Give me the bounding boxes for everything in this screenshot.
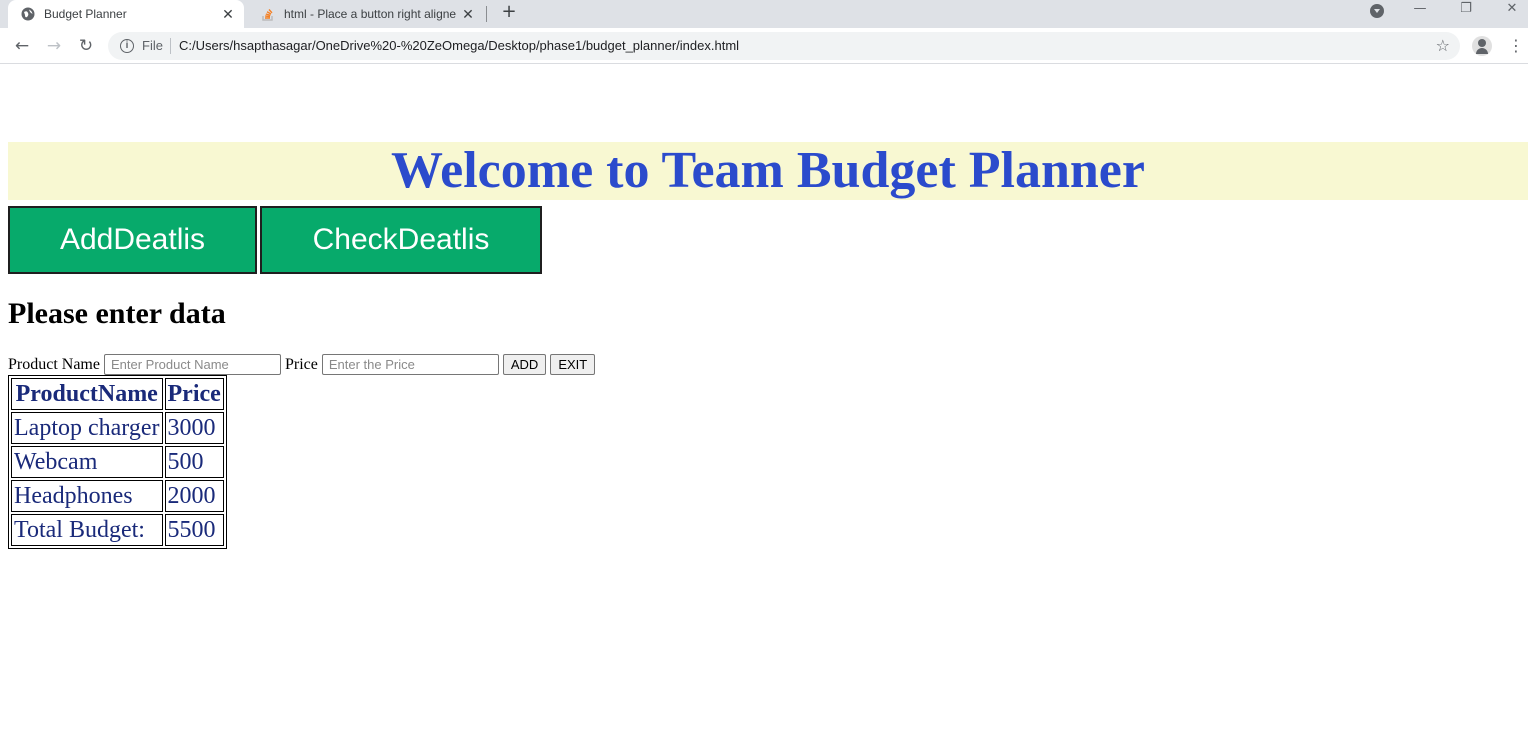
total-label: Total Budget: xyxy=(11,514,163,546)
url-text[interactable]: C:/Users/hsapthasagar/OneDrive%20-%20ZeO… xyxy=(179,38,739,53)
tab-search-icon[interactable] xyxy=(1370,4,1384,18)
exit-button[interactable]: EXIT xyxy=(550,354,596,375)
tab-strip: Budget Planner ✕ html - Place a button r… xyxy=(0,0,1528,28)
price-input[interactable] xyxy=(321,354,499,375)
forward-arrow-icon[interactable]: → xyxy=(44,36,64,56)
stackoverflow-icon xyxy=(260,6,276,22)
tab-title: html - Place a button right aligne xyxy=(284,7,457,21)
price-label: Price xyxy=(284,355,318,373)
scheme-label: File xyxy=(142,38,163,53)
minimize-icon[interactable]: — xyxy=(1400,0,1440,22)
reload-icon[interactable]: ↻ xyxy=(76,36,96,56)
browser-toolbar: ← → ↻ i File C:/Users/hsapthasagar/OneDr… xyxy=(0,28,1528,64)
address-bar[interactable]: i File C:/Users/hsapthasagar/OneDrive%20… xyxy=(108,32,1460,60)
product-cell: Laptop charger xyxy=(11,412,163,444)
profile-avatar-icon[interactable] xyxy=(1472,36,1492,56)
price-cell: 500 xyxy=(164,446,224,478)
bookmark-star-icon[interactable]: ☆ xyxy=(1436,36,1450,55)
menu-kebab-icon[interactable]: ⋮ xyxy=(1508,36,1524,56)
table-row: Webcam 500 xyxy=(11,446,224,478)
page-content: Welcome to Team Budget Planner AddDeatli… xyxy=(0,65,1528,730)
column-header-price: Price xyxy=(164,378,224,410)
close-window-icon[interactable]: ✕ xyxy=(1492,0,1528,22)
price-cell: 3000 xyxy=(164,412,224,444)
tab-title: Budget Planner xyxy=(44,7,127,21)
table-row: Headphones 2000 xyxy=(11,480,224,512)
product-cell: Webcam xyxy=(11,446,163,478)
product-name-label: Product Name xyxy=(8,355,100,373)
info-icon[interactable]: i xyxy=(120,39,134,53)
budget-table: ProductName Price Laptop charger 3000 We… xyxy=(8,375,227,549)
entry-form: Product Name Price ADD EXIT xyxy=(8,354,599,375)
omnibox-divider xyxy=(170,38,171,54)
table-row: Laptop charger 3000 xyxy=(11,412,224,444)
restore-icon[interactable]: ❐ xyxy=(1446,0,1486,22)
close-tab-icon[interactable]: ✕ xyxy=(460,6,476,22)
add-details-button[interactable]: AddDeatlis xyxy=(8,206,257,274)
table-header-row: ProductName Price xyxy=(11,378,224,410)
total-row: Total Budget: 5500 xyxy=(11,514,224,546)
column-header-product: ProductName xyxy=(11,378,163,410)
tab-stackoverflow[interactable]: html - Place a button right aligne ✕ xyxy=(248,0,484,28)
page-title: Welcome to Team Budget Planner xyxy=(8,141,1528,200)
new-tab-icon[interactable]: + xyxy=(499,2,519,22)
total-value: 5500 xyxy=(164,514,224,546)
close-tab-icon[interactable]: ✕ xyxy=(220,6,236,22)
back-arrow-icon[interactable]: ← xyxy=(12,36,32,56)
product-name-input[interactable] xyxy=(103,354,281,375)
globe-icon xyxy=(20,6,36,22)
tab-divider xyxy=(486,6,487,22)
add-button[interactable]: ADD xyxy=(502,354,547,375)
check-details-button[interactable]: CheckDeatlis xyxy=(260,206,542,274)
section-heading: Please enter data xyxy=(8,297,226,330)
price-cell: 2000 xyxy=(164,480,224,512)
tab-budget-planner[interactable]: Budget Planner ✕ xyxy=(8,0,244,28)
product-cell: Headphones xyxy=(11,480,163,512)
